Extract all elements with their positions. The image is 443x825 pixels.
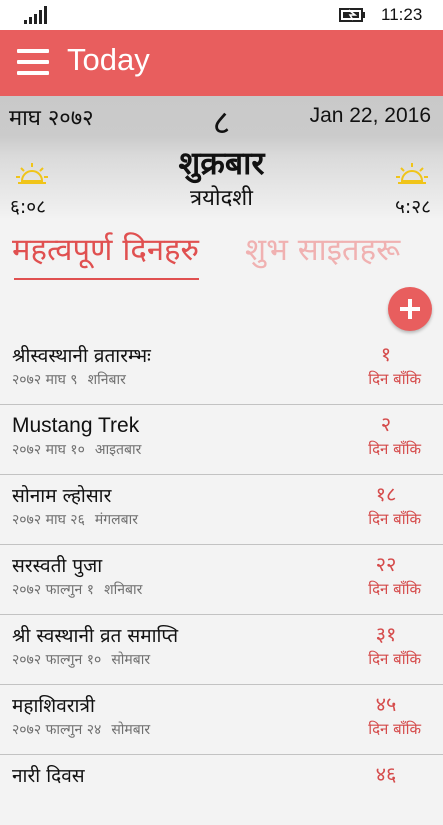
event-title: श्री स्वस्थानी व्रत समाप्ति	[12, 625, 179, 647]
event-title: नारी दिवस	[12, 765, 85, 787]
sunset-time: ५:२८	[394, 196, 431, 218]
event-date: २०७२ माघ १० आइतबार	[12, 442, 142, 458]
sunrise-icon	[16, 163, 48, 184]
tab-important-days[interactable]: महत्वपूर्ण दिनहरु	[12, 228, 200, 280]
list-item[interactable]: सोनाम ल्होसार २०७२ माघ २६ मंगलबार १८ दिन …	[0, 475, 443, 545]
tab-auspicious-times[interactable]: शुभ साइतहरू	[245, 228, 400, 270]
days-left: १८	[375, 482, 397, 506]
list-item[interactable]: सरस्वती पुजा २०७२ फाल्गुन १ शनिबार २२ दिन…	[0, 545, 443, 615]
sunrise-time: ६:०८	[10, 196, 47, 218]
add-event-button[interactable]	[388, 287, 432, 331]
page-title: Today	[67, 42, 150, 77]
event-date: २०७२ माघ ९ शनिबार	[12, 372, 126, 388]
days-left: ४५	[375, 692, 397, 716]
status-bar: 11:23	[0, 0, 443, 30]
signal-bars-icon	[24, 6, 47, 24]
event-title: सरस्वती पुजा	[12, 555, 103, 577]
status-clock: 11:23	[381, 5, 423, 24]
days-left: ३१	[375, 622, 397, 646]
list-item[interactable]: महाशिवरात्री २०७२ फाल्गुन २४ सोमबार ४५ दि…	[0, 685, 443, 755]
event-title: सोनाम ल्होसार	[12, 485, 112, 507]
days-left: २२	[375, 552, 397, 576]
days-left-unit: दिन बाँकि	[368, 370, 421, 388]
english-date: Jan 22, 2016	[309, 104, 431, 127]
days-left: ४६	[375, 762, 397, 786]
days-left: १	[380, 342, 392, 366]
event-date	[12, 790, 22, 806]
event-title: श्रीस्वस्थानी व्रतारम्भः	[12, 345, 151, 367]
hamburger-icon[interactable]	[17, 49, 49, 75]
days-left: २	[380, 412, 392, 436]
event-list: श्रीस्वस्थानी व्रतारम्भः २०७२ माघ ९ शनिबा…	[0, 335, 443, 825]
days-left-unit: दिन बाँकि	[368, 440, 421, 458]
list-item[interactable]: नारी दिवस ४६	[0, 755, 443, 825]
battery-charging-icon	[339, 8, 365, 22]
event-date: २०७२ माघ २६ मंगलबार	[12, 512, 138, 528]
list-item[interactable]: श्री स्वस्थानी व्रत समाप्ति २०७२ फाल्गुन…	[0, 615, 443, 685]
weekday-label: शुक्रबार	[178, 144, 265, 182]
list-item[interactable]: Mustang Trek २०७२ माघ १० आइतबार २ दिन बाँ…	[0, 405, 443, 475]
event-date: २०७२ फाल्गुन १० सोमबार	[12, 652, 151, 668]
sunset-icon	[396, 163, 428, 184]
list-item[interactable]: श्रीस्वस्थानी व्रतारम्भः २०७२ माघ ९ शनिबा…	[0, 335, 443, 405]
days-left-unit: दिन बाँकि	[368, 510, 421, 528]
event-date: २०७२ फाल्गुन १ शनिबार	[12, 582, 143, 598]
tithi-label: त्रयोदशी	[190, 186, 253, 211]
days-left-unit: दिन बाँकि	[368, 650, 421, 668]
event-title: Mustang Trek	[12, 414, 140, 437]
event-title: महाशिवरात्री	[12, 695, 95, 717]
days-left-unit: दिन बाँकि	[368, 580, 421, 598]
event-date: २०७२ फाल्गुन २४ सोमबार	[12, 722, 151, 738]
days-left-unit: दिन बाँकि	[368, 720, 421, 738]
